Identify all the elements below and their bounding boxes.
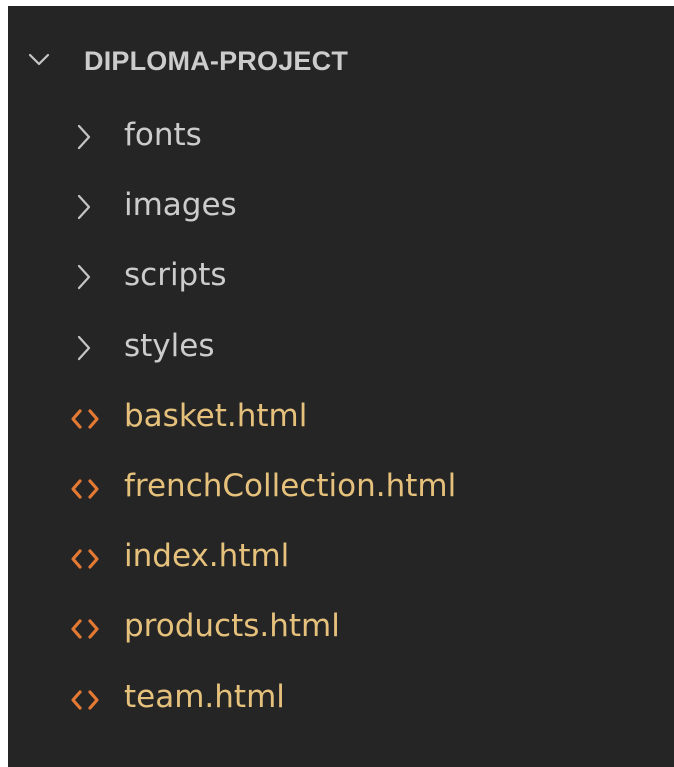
tree-item-label: products.html: [124, 608, 340, 645]
chevron-right-icon: [77, 265, 91, 290]
tree-item-label: fonts: [124, 117, 202, 153]
tree-item-file-team[interactable]: team.html: [8, 664, 674, 734]
tree-item-file-products[interactable]: products.html: [8, 593, 674, 663]
tree-item-label: team.html: [124, 678, 285, 715]
explorer-panel: DIPLOMA-PROJECT fonts images scripts sty…: [8, 6, 674, 767]
html-file-icon: [71, 479, 99, 499]
html-file-icon: [71, 619, 99, 639]
tree-item-folder-images[interactable]: images: [8, 172, 674, 242]
tree-item-label: images: [124, 187, 237, 224]
html-file-icon: [71, 549, 99, 569]
chevron-down-icon[interactable]: [28, 49, 50, 71]
tree-item-label: basket.html: [124, 397, 308, 434]
tree-item-label: frenchCollection.html: [124, 467, 457, 504]
root-folder-label: DIPLOMA-PROJECT: [84, 46, 349, 76]
chevron-right-icon: [77, 195, 91, 220]
tree-item-label: scripts: [124, 257, 227, 294]
html-file-icon: [71, 409, 99, 429]
tree-item-folder-scripts[interactable]: scripts: [8, 242, 674, 312]
html-file-icon: [71, 689, 99, 710]
explorer-root-folder[interactable]: DIPLOMA-PROJECT: [8, 36, 674, 86]
tree-item-label: styles: [124, 327, 215, 364]
tree-item-file-index[interactable]: index.html: [8, 523, 674, 593]
chevron-right-icon: [77, 124, 91, 150]
chevron-right-icon: [77, 335, 91, 360]
file-tree: fonts images scripts styles basket.html …: [8, 102, 674, 734]
tree-item-file-basket[interactable]: basket.html: [8, 383, 674, 453]
tree-item-folder-fonts[interactable]: fonts: [8, 102, 674, 172]
tree-item-label: index.html: [124, 538, 290, 575]
tree-item-file-frenchcollection[interactable]: frenchCollection.html: [8, 453, 674, 523]
tree-item-folder-styles[interactable]: styles: [8, 313, 674, 383]
